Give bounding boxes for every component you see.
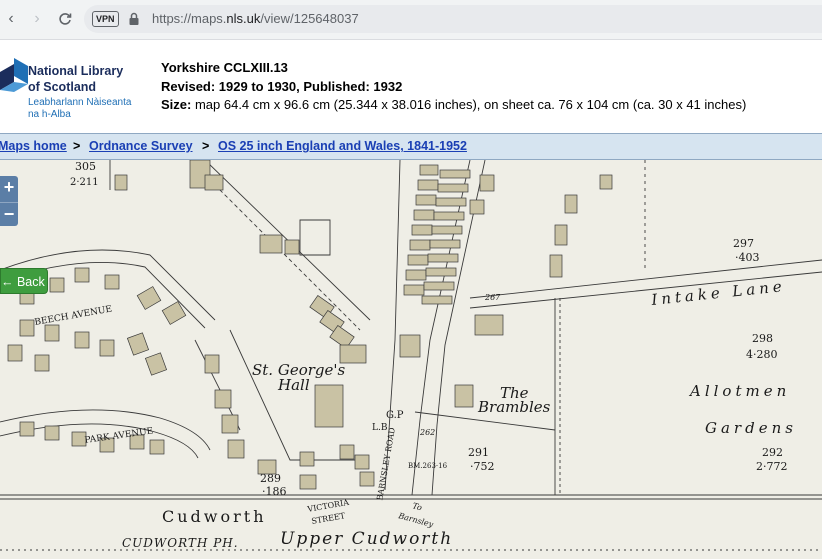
sheet-title: Yorkshire CCLXIII.13 (161, 60, 288, 75)
breadcrumb-separator: > (202, 139, 210, 153)
logo-text-line4: na h-Alba (28, 109, 71, 120)
breadcrumb-separator: > (73, 139, 81, 153)
address-bar[interactable]: VPN https://maps.nls.uk/view/125648037 (84, 5, 822, 33)
map-label-bm: BM.263·16 (408, 462, 448, 470)
map-label-lb: L.B (372, 423, 388, 433)
map-label-intake-lane: Intake Lane (650, 277, 787, 309)
browser-toolbar: ‹ › VPN https://maps.nls.uk/view/1256480… (0, 0, 822, 40)
sheet-size: Size: map 64.4 cm x 96.6 cm (25.344 x 38… (161, 97, 746, 112)
site-header: National Library of Scotland Leabharlann… (0, 40, 822, 132)
map-label-area-305: 2·211 (70, 177, 99, 188)
historic-map[interactable]: 305 2·211 BEECH AVENUE PARK AVENUE St. G… (0, 160, 822, 559)
logo-text-line2: of Scotland (28, 80, 97, 94)
logo-text-line1: National Library (28, 64, 124, 78)
sheet-size-label: Size: (161, 97, 192, 112)
sheet-revised-date: Revised: 1929 to 1930, Published: 1932 (161, 79, 403, 94)
map-label-area-292: 2·772 (756, 460, 788, 473)
map-label-parcel-289: 289 (260, 472, 281, 485)
url-text[interactable]: https://maps.nls.uk/view/125648037 (152, 11, 359, 26)
map-label-barnsley: Barnsley (397, 511, 435, 529)
logo-text-line3: Leabharlann Nàiseanta (28, 97, 132, 108)
map-label-parcel-297: 297 (733, 237, 754, 250)
map-label-area-289: ·186 (262, 485, 287, 498)
zoom-out-button[interactable]: − (0, 202, 18, 226)
map-label-area-298: 4·280 (746, 348, 778, 361)
map-label-brambles: Brambles (477, 398, 551, 416)
map-label-cudworth: Cudworth (162, 507, 267, 526)
map-label-area-291: ·752 (470, 460, 495, 473)
nls-logo-mark-icon (0, 58, 28, 92)
nls-logo[interactable]: National Library of Scotland Leabharlann… (0, 58, 150, 120)
map-label-parcel-298: 298 (752, 332, 773, 345)
map-label-gp: G.P (386, 410, 404, 421)
map-label-hall: Hall (277, 376, 310, 394)
map-label-allotments: Allotmen (688, 382, 790, 400)
forward-arrow-icon[interactable]: › (26, 8, 48, 30)
map-label-spot-267: 267 (484, 293, 501, 302)
map-label-cudworth-ph: CUDWORTH PH. (122, 536, 239, 550)
zoom-control: + − (0, 176, 18, 226)
breadcrumb-maps-home[interactable]: Maps home (0, 139, 67, 153)
map-label-to: To (411, 501, 423, 512)
map-label-barnsley-road: BARNSLEY ROAD (375, 427, 397, 501)
sheet-size-text: map 64.4 cm x 96.6 cm (25.344 x 38.016 i… (191, 97, 747, 112)
map-label-parcel-292: 292 (762, 446, 783, 459)
zoom-in-button[interactable]: + (0, 176, 18, 200)
lock-icon[interactable] (128, 12, 140, 26)
back-arrow-icon[interactable]: ‹ (0, 8, 22, 30)
back-button[interactable]: ← Back (0, 268, 48, 294)
map-label-area-297: ·403 (735, 251, 760, 264)
map-viewer[interactable]: 305 2·211 BEECH AVENUE PARK AVENUE St. G… (0, 160, 822, 559)
breadcrumb-ordnance-survey[interactable]: Ordnance Survey (89, 139, 193, 153)
breadcrumb: Maps home > Ordnance Survey > OS 25 inch… (0, 133, 822, 160)
reload-icon[interactable] (54, 8, 76, 30)
map-label-parcel-305: 305 (75, 160, 96, 173)
vpn-badge[interactable]: VPN (92, 11, 119, 27)
map-label-gardens: Gardens (705, 419, 797, 437)
map-label-beech-avenue: BEECH AVENUE (34, 304, 113, 327)
map-label-upper-cudworth: Upper Cudworth (280, 529, 453, 549)
breadcrumb-os-25-inch[interactable]: OS 25 inch England and Wales, 1841-1952 (218, 139, 467, 153)
map-label-street: STREET (311, 511, 347, 526)
map-label-parcel-291: 291 (468, 446, 489, 459)
map-label-spot-262: 262 (419, 428, 435, 437)
